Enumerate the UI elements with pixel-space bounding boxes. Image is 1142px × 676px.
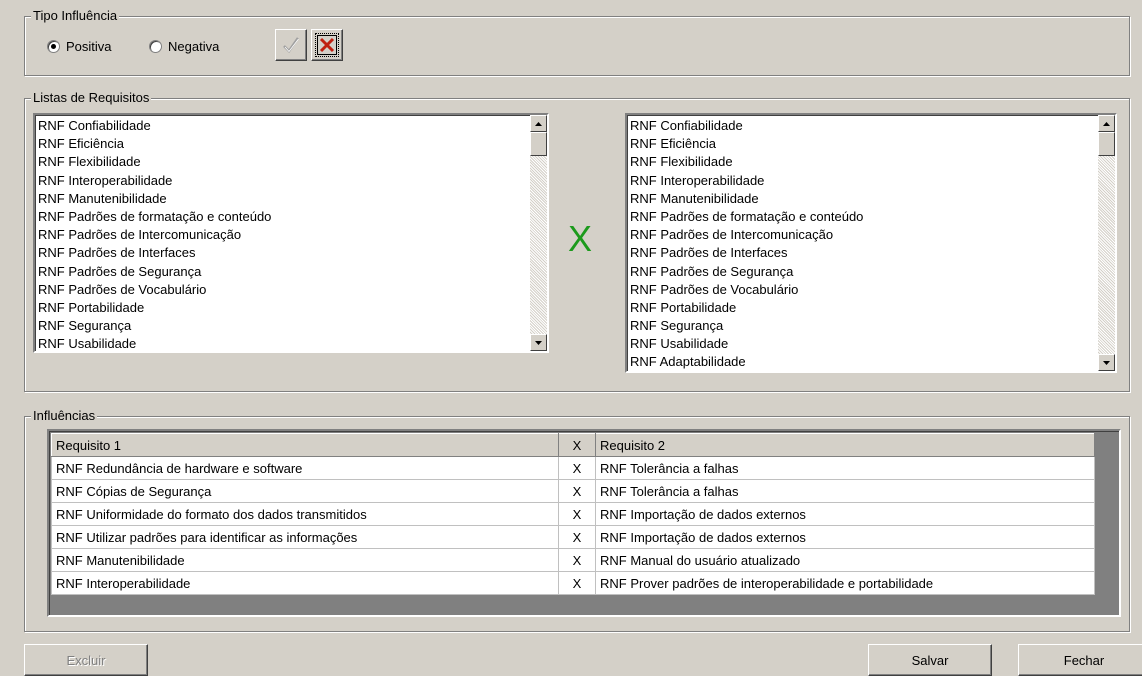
table-cell: RNF Manutenibilidade [51,548,559,572]
list-item[interactable]: RNF Confiabilidade [38,117,547,135]
table-cell: X [558,456,596,480]
list-item[interactable]: RNF Eficiência [38,135,547,153]
list-item[interactable]: RNF Usabilidade [630,335,1115,353]
table-cell: X [558,502,596,526]
table-row[interactable]: RNF Interoperabilidade X RNF Prover padrõe… [51,571,1095,595]
right-list-items: RNF Confiabilidade RNF Eficiência RNF Flex… [627,115,1115,371]
list-item[interactable]: RNF Padrões de Segurança [630,263,1115,281]
list-item[interactable]: RNF Flexibilidade [38,153,547,171]
list-item[interactable]: RNF Interoperabilidade [38,172,547,190]
list-item[interactable]: RNF Segurança [38,317,547,335]
right-requirements-list[interactable]: RNF Confiabilidade RNF Eficiência RNF Flex… [625,113,1117,373]
scroll-thumb[interactable] [1098,132,1115,156]
list-item[interactable]: RNF Adaptabilidade [630,353,1115,371]
table-cell: X [558,548,596,572]
table-cell: X [558,479,596,503]
influencias-table: Requisito 1 X Requisito 2 RNF Redundânci… [51,433,1095,595]
listas-requisitos-group: Listas de Requisitos RNF Confiabilidade R… [24,90,1130,392]
fechar-button[interactable]: Fechar [1018,644,1142,676]
scroll-down-button[interactable] [1098,354,1115,371]
influencias-title: Influências [31,408,98,424]
column-header-requisito-2[interactable]: Requisito 2 [595,433,1095,457]
right-list-scrollbar[interactable] [1098,115,1115,371]
table-cell: RNF Importação de dados externos [595,525,1095,549]
table-cell: RNF Interoperabilidade [51,571,559,595]
table-cell: RNF Uniformidade do formato dos dados tr… [51,502,559,526]
scroll-up-button[interactable] [1098,115,1115,132]
arrow-up-icon [535,121,542,126]
arrow-down-icon [535,340,542,345]
table-row[interactable]: RNF Manutenibilidade X RNF Manual do usuár… [51,548,1095,572]
table-cell: RNF Redundância de hardware e software [51,456,559,480]
list-item[interactable]: RNF Usabilidade [38,335,547,351]
tipo-influencia-title: Tipo Influência [31,8,120,24]
table-cell: RNF Tolerância a falhas [595,456,1095,480]
list-item[interactable]: RNF Padrões de Segurança [38,263,547,281]
influencias-group: Influências Requisito 1 X Requisito 2 RN… [24,408,1130,632]
table-cell: RNF Utilizar padrões para identificar as… [51,525,559,549]
list-item[interactable]: RNF Padrões de Intercomunicação [630,226,1115,244]
list-item[interactable]: RNF Manutenibilidade [38,190,547,208]
table-cell: RNF Cópias de Segurança [51,479,559,503]
salvar-button[interactable]: Salvar [868,644,992,676]
radio-negativa-indicator[interactable] [149,40,162,53]
radio-positiva-indicator[interactable] [47,40,60,53]
scroll-thumb[interactable] [530,132,547,156]
tipo-influencia-group: Tipo Influência Positiva Negativa [24,8,1130,76]
radio-positiva[interactable]: Positiva [47,39,112,54]
relation-x-symbol: X [568,218,593,259]
influencias-grid[interactable]: Requisito 1 X Requisito 2 RNF Redundânci… [47,429,1121,617]
table-header-row: Requisito 1 X Requisito 2 [51,433,1095,457]
confirm-button[interactable] [275,29,307,61]
list-item[interactable]: RNF Padrões de formatação e conteúdo [38,208,547,226]
left-list-scrollbar[interactable] [530,115,547,351]
table-cell: RNF Prover padrões de interoperabilidade… [595,571,1095,595]
list-item[interactable]: RNF Padrões de formatação e conteúdo [630,208,1115,226]
left-requirements-list[interactable]: RNF Confiabilidade RNF Eficiência RNF Flex… [33,113,549,353]
list-item[interactable]: RNF Confiabilidade [630,117,1115,135]
left-list-items: RNF Confiabilidade RNF Eficiência RNF Flex… [35,115,547,351]
table-body: RNF Redundância de hardware e software X R… [51,456,1095,595]
list-item[interactable]: RNF Padrões de Vocabulário [630,281,1115,299]
scroll-up-button[interactable] [530,115,547,132]
excluir-button[interactable]: Excluir [24,644,148,676]
scroll-down-button[interactable] [530,334,547,351]
table-cell: RNF Manual do usuário atualizado [595,548,1095,572]
table-row[interactable]: RNF Utilizar padrões para identificar as… [51,525,1095,549]
table-cell: X [558,571,596,595]
list-item[interactable]: RNF Portabilidade [630,299,1115,317]
radio-negativa[interactable]: Negativa [149,39,219,54]
table-row[interactable]: RNF Redundância de hardware e software X R… [51,456,1095,480]
column-header-x[interactable]: X [558,433,596,457]
checkmark-icon [283,37,300,53]
radio-negativa-label: Negativa [168,39,220,54]
arrow-up-icon [1103,121,1110,126]
column-header-requisito-1[interactable]: Requisito 1 [51,433,559,457]
cancel-x-icon [317,35,337,55]
table-cell: X [558,525,596,549]
table-cell: RNF Importação de dados externos [595,502,1095,526]
table-cell: RNF Tolerância a falhas [595,479,1095,503]
list-item[interactable]: RNF Flexibilidade [630,153,1115,171]
list-item[interactable]: RNF Portabilidade [38,299,547,317]
radio-positiva-label: Positiva [66,39,112,54]
list-item[interactable]: RNF Segurança [630,317,1115,335]
listas-requisitos-title: Listas de Requisitos [31,90,152,106]
list-item[interactable]: RNF Padrões de Intercomunicação [38,226,547,244]
list-item[interactable]: RNF Padrões de Interfaces [38,244,547,262]
list-item[interactable]: RNF Padrões de Vocabulário [38,281,547,299]
table-row[interactable]: RNF Uniformidade do formato dos dados tr… [51,502,1095,526]
table-row[interactable]: RNF Cópias de Segurança X RNF Tolerância a… [51,479,1095,503]
list-item[interactable]: RNF Padrões de Interfaces [630,244,1115,262]
list-item[interactable]: RNF Manutenibilidade [630,190,1115,208]
arrow-down-icon [1103,360,1110,365]
list-item[interactable]: RNF Eficiência [630,135,1115,153]
cancel-button[interactable] [311,29,343,61]
list-item[interactable]: RNF Interoperabilidade [630,172,1115,190]
